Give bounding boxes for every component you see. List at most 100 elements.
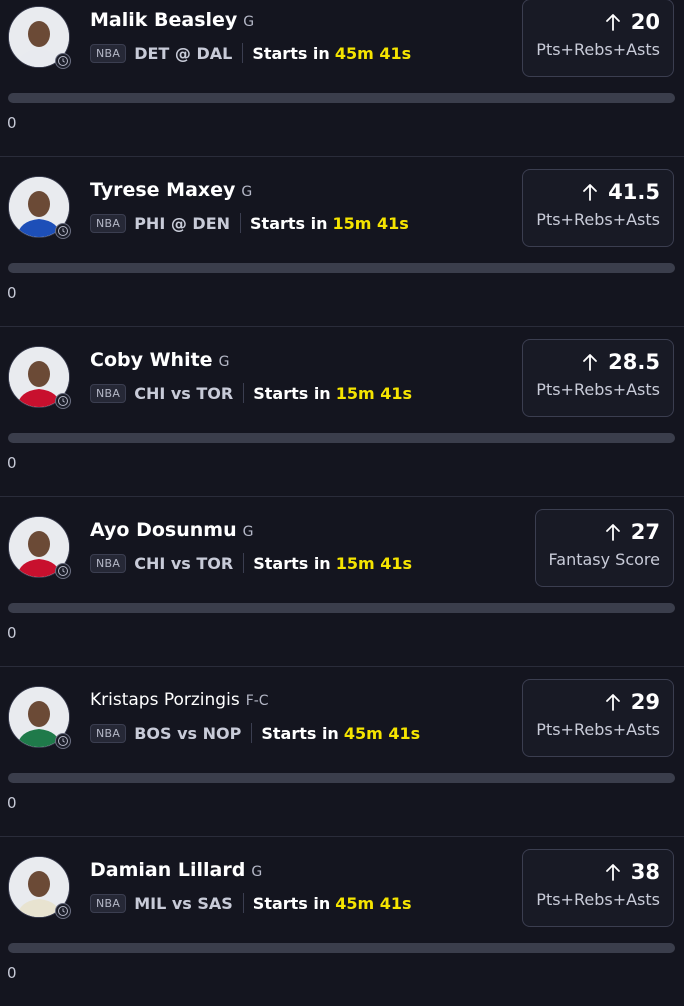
- player-position: G: [242, 524, 254, 540]
- projection-line: 28.5: [608, 350, 660, 374]
- player-name-row: Kristaps Porzingis F-C: [90, 688, 269, 713]
- start-countdown: 45m 41s: [335, 893, 412, 913]
- projection-value-row: 28.5: [536, 348, 660, 376]
- progress-bar: [8, 773, 675, 783]
- clock-icon: [55, 53, 71, 69]
- player-name: Kristaps Porzingis: [90, 690, 240, 710]
- projection-line: 29: [630, 690, 660, 714]
- game-info-row: NBA BOS vs NOP Starts in 45m 41s: [90, 721, 420, 745]
- progress-value: 0: [7, 284, 17, 302]
- progress-bar: [8, 943, 675, 953]
- stat-type: Pts+Rebs+Asts: [536, 210, 660, 229]
- projection-box[interactable]: 29 Pts+Rebs+Asts: [522, 679, 674, 757]
- player-name: Malik Beasley: [90, 9, 238, 31]
- starts-label: Starts in: [250, 213, 328, 233]
- divider: [243, 553, 245, 573]
- player-avatar[interactable]: [8, 176, 71, 239]
- matchup: CHI vs TOR: [134, 383, 234, 403]
- progress-bar: [8, 263, 675, 273]
- projection-line: 27: [630, 520, 660, 544]
- player-name-row: Coby White G: [90, 348, 229, 374]
- projection-value-row: 29: [536, 688, 660, 716]
- player-card[interactable]: Damian Lillard G NBA MIL vs SAS Starts in…: [0, 837, 684, 1006]
- matchup: BOS vs NOP: [134, 723, 242, 743]
- player-position: G: [218, 354, 230, 370]
- game-info-row: NBA CHI vs TOR Starts in 15m 41s: [90, 381, 412, 405]
- clock-icon: [55, 393, 71, 409]
- league-badge: NBA: [90, 383, 127, 403]
- player-avatar[interactable]: [8, 6, 71, 69]
- league-badge: NBA: [90, 723, 127, 743]
- arrow-up-icon: [605, 13, 621, 31]
- player-name-row: Ayo Dosunmu G: [90, 518, 253, 544]
- player-avatar[interactable]: [8, 856, 71, 919]
- progress-value: 0: [7, 964, 17, 982]
- player-avatar[interactable]: [8, 346, 71, 409]
- arrow-up-icon: [582, 353, 598, 371]
- progress-value: 0: [7, 114, 17, 132]
- arrow-up-icon: [605, 523, 621, 541]
- projection-box[interactable]: 41.5 Pts+Rebs+Asts: [522, 169, 674, 247]
- projection-line: 38: [630, 860, 660, 884]
- clock-icon: [55, 223, 71, 239]
- start-countdown: 45m 41s: [334, 43, 412, 63]
- player-avatar[interactable]: [8, 516, 71, 579]
- projection-list: Malik Beasley G NBA DET @ DAL Starts in 4…: [0, 0, 684, 1006]
- starts-label: Starts in: [253, 383, 331, 403]
- stat-type: Pts+Rebs+Asts: [536, 890, 660, 909]
- game-info-row: NBA DET @ DAL Starts in 45m 41s: [90, 41, 411, 65]
- projection-value-row: 20: [536, 8, 660, 36]
- divider: [240, 213, 242, 233]
- player-position: G: [243, 14, 255, 30]
- player-name-row: Damian Lillard G: [90, 858, 262, 884]
- starts-label: Starts in: [252, 43, 330, 63]
- divider: [251, 723, 253, 743]
- stat-type: Pts+Rebs+Asts: [536, 720, 660, 739]
- player-name: Coby White: [90, 349, 213, 371]
- progress-bar: [8, 603, 675, 613]
- clock-icon: [55, 733, 71, 749]
- stat-type: Pts+Rebs+Asts: [536, 380, 660, 399]
- player-name: Tyrese Maxey: [90, 179, 236, 201]
- league-badge: NBA: [90, 43, 127, 63]
- starts-label: Starts in: [253, 553, 331, 573]
- player-name-row: Tyrese Maxey G: [90, 178, 252, 204]
- projection-box[interactable]: 38 Pts+Rebs+Asts: [522, 849, 674, 927]
- player-name-row: Malik Beasley G: [90, 8, 254, 34]
- projection-value-row: 38: [536, 858, 660, 886]
- progress-value: 0: [7, 794, 17, 812]
- player-card[interactable]: Tyrese Maxey G NBA PHI @ DEN Starts in 15…: [0, 157, 684, 327]
- starts-label: Starts in: [252, 893, 331, 913]
- league-badge: NBA: [90, 553, 127, 573]
- player-card[interactable]: Malik Beasley G NBA DET @ DAL Starts in 4…: [0, 0, 684, 157]
- player-card[interactable]: Kristaps Porzingis F-C NBA BOS vs NOP Sta…: [0, 667, 684, 837]
- game-info-row: NBA MIL vs SAS Starts in 45m 41s: [90, 891, 412, 915]
- arrow-up-icon: [605, 863, 621, 881]
- start-countdown: 15m 41s: [335, 553, 412, 573]
- projection-box[interactable]: 28.5 Pts+Rebs+Asts: [522, 339, 674, 417]
- arrow-up-icon: [582, 183, 598, 201]
- projection-box[interactable]: 27 Fantasy Score: [534, 509, 674, 587]
- player-card[interactable]: Coby White G NBA CHI vs TOR Starts in 15m…: [0, 327, 684, 497]
- matchup: MIL vs SAS: [134, 893, 233, 913]
- matchup: CHI vs TOR: [134, 553, 234, 573]
- start-countdown: 45m 41s: [343, 723, 421, 743]
- start-countdown: 15m 41s: [332, 213, 409, 233]
- game-info-row: NBA CHI vs TOR Starts in 15m 41s: [90, 551, 412, 575]
- projection-box[interactable]: 20 Pts+Rebs+Asts: [522, 0, 674, 77]
- player-card[interactable]: Ayo Dosunmu G NBA CHI vs TOR Starts in 15…: [0, 497, 684, 667]
- player-position: G: [251, 864, 263, 880]
- projection-line: 41.5: [608, 180, 660, 204]
- progress-bar: [8, 433, 675, 443]
- projection-line: 20: [630, 10, 660, 34]
- projection-value-row: 41.5: [536, 178, 660, 206]
- start-countdown: 15m 41s: [335, 383, 412, 403]
- player-avatar[interactable]: [8, 686, 71, 749]
- divider: [242, 893, 244, 913]
- clock-icon: [55, 903, 71, 919]
- matchup: PHI @ DEN: [134, 213, 231, 233]
- player-name: Ayo Dosunmu: [90, 519, 237, 541]
- divider: [242, 43, 244, 63]
- starts-label: Starts in: [261, 723, 339, 743]
- stat-type: Pts+Rebs+Asts: [536, 40, 660, 59]
